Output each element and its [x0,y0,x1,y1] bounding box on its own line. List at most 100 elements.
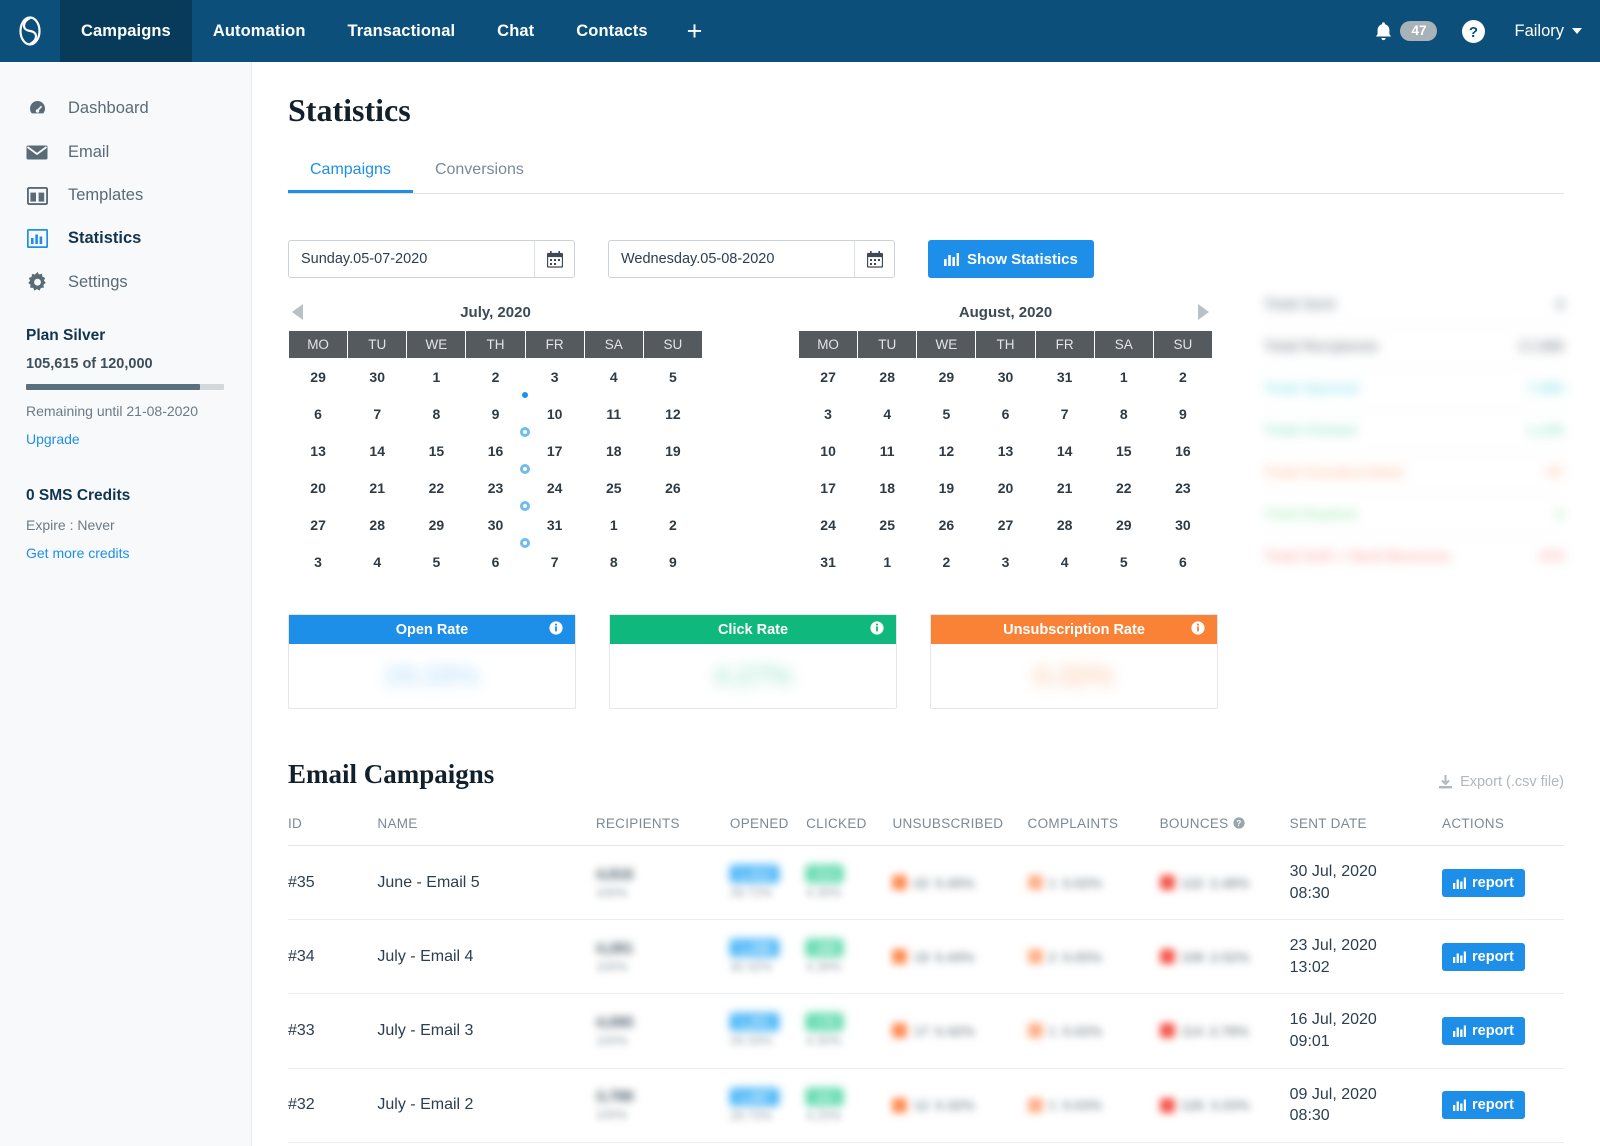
calendar-day-cell[interactable]: 31 [525,507,584,543]
question-circle-icon[interactable]: ? [1228,816,1245,831]
email-campaigns-title: Email Campaigns [288,759,495,789]
calendar-day-cell[interactable]: 28 [348,507,407,543]
calendar-day-cell[interactable]: 4 [858,396,917,432]
calendar-group: July, 2020 MO TU WE TH FR SA SU 29 30 1 2 3 4 5 6 7 8 9 10 1… [288,300,1564,581]
sidebar-item-statistics[interactable]: Statistics [0,217,251,260]
bounces-percent: 2.52% [1209,948,1250,965]
sidebar-item-email[interactable]: Email [0,131,251,174]
info-icon[interactable] [1191,620,1205,639]
user-menu[interactable]: Failory [1514,22,1582,41]
calendar-day-cell[interactable]: 26 [643,470,702,506]
calendar-day-cell[interactable]: 5 [917,396,976,432]
sent-date: 09 Jul, 2020 [1289,1085,1377,1103]
tab-campaigns[interactable]: Campaigns [288,153,413,193]
calendar-day-number: 8 [432,406,441,422]
date-from-field[interactable] [288,240,575,278]
date-to-field[interactable] [608,240,895,278]
nav-item-chat[interactable]: Chat [476,0,555,62]
calendar-day-cell[interactable]: 19 [643,433,702,469]
help-button[interactable]: ? [1461,19,1486,44]
calendar-day-cell[interactable]: 7 [348,396,407,432]
calendar-day-cell[interactable]: 11 [584,396,643,432]
calendar-day-cell[interactable]: 8 [407,396,466,432]
report-button[interactable]: report [1442,1016,1525,1045]
date-to-input[interactable] [609,241,854,277]
calendar-day-cell[interactable]: 1 [1094,359,1153,395]
calendar-day-cell[interactable]: 10 [525,396,584,432]
notifications-button[interactable]: 47 [1374,21,1438,42]
calendar-day-cell[interactable]: 22 [407,470,466,506]
calendar-day-cell[interactable]: 24 [525,470,584,506]
calendar-day-cell[interactable]: 6 [289,396,348,432]
calendar-day-cell[interactable]: 21 [348,470,407,506]
report-button[interactable]: report [1442,1091,1525,1120]
calendar-range-handle-icon[interactable] [519,538,530,548]
calendar-day-cell[interactable]: 30 [466,507,530,548]
calendar-day-cell[interactable]: 2 [1153,359,1212,395]
calendar-day-cell[interactable]: 17 [525,433,584,469]
calendar-day-cell[interactable]: 4 [584,359,643,395]
date-from-calendar-button[interactable] [534,241,574,277]
calendar-range-handle-icon[interactable] [519,427,530,437]
calendar-day-cell: 27 [976,507,1035,543]
calendar-day-number: 15 [1115,443,1132,459]
export-csv-link[interactable]: Export (.csv file) [1438,774,1564,790]
nav-item-automation[interactable]: Automation [192,0,327,62]
calendar-day-cell: 31 [1035,359,1094,395]
calendar-day-cell[interactable]: 29 [407,507,466,543]
calendar-day-cell[interactable]: 12 [643,396,702,432]
sidebar-item-settings[interactable]: Settings [0,260,251,305]
status-dot-icon [1027,949,1043,965]
calendar-range-handle-icon[interactable] [519,390,530,400]
calendar-day-cell[interactable]: 3 [525,359,584,395]
calendar-day-cell[interactable]: 16 [466,433,530,474]
calendar-day-number: 7 [550,554,559,570]
nav-item-transactional[interactable]: Transactional [327,0,477,62]
gear-icon [26,272,48,293]
rate-card-body: 0.32% [931,644,1217,708]
calendar-day-cell[interactable]: 18 [584,433,643,469]
page-title: Statistics [288,92,411,128]
upgrade-link[interactable]: Upgrade [26,431,80,447]
calendar-day-cell[interactable]: 20 [289,470,348,506]
show-statistics-button[interactable]: Show Statistics [928,240,1094,278]
calendar-day-cell[interactable]: 5 [643,359,702,395]
column-header-label: OPENED [729,816,789,831]
calendar-day-cell: 8 [584,544,643,580]
plan-usage: 105,615 of 120,000 [26,356,153,372]
calendar-range-handle-icon[interactable] [519,464,530,474]
get-more-credits-link[interactable]: Get more credits [26,545,129,561]
calendar-day-cell[interactable]: 14 [348,433,407,469]
sidebar-item-dashboard[interactable]: Dashboard [0,86,251,131]
app-logo[interactable] [0,0,60,62]
calendar-next-arrow-icon[interactable] [1198,304,1209,320]
calendar-day-number: 5 [942,406,951,422]
calendar-day-cell[interactable]: 1 [407,359,466,395]
calendar-range-handle-icon[interactable] [519,501,530,511]
calendar-day-cell[interactable]: 27 [289,507,348,543]
nav-item-campaigns[interactable]: Campaigns [60,0,192,62]
calendar-weekday-header: FR [1035,331,1094,358]
date-from-input[interactable] [289,241,534,277]
add-new-button[interactable]: + [669,0,721,62]
calendar-day-cell[interactable]: 9 [466,396,530,437]
report-button[interactable]: report [1442,868,1525,897]
sidebar-item-templates[interactable]: Templates [0,174,251,217]
calendar-day-cell[interactable]: 25 [584,470,643,506]
tab-conversions[interactable]: Conversions [413,153,546,193]
info-icon[interactable] [870,620,884,639]
info-icon[interactable] [549,620,563,639]
calendar-day-cell[interactable]: 2 [466,359,530,400]
calendar-icon [866,250,883,268]
calendar-day-number: 4 [373,554,382,570]
report-button[interactable]: report [1442,942,1525,971]
unsubscribed-metric: 19 0.44% [892,949,1027,965]
calendar-prev-arrow-icon[interactable] [292,304,303,320]
calendar-day-cell[interactable]: 23 [466,470,530,511]
calendar-day-cell[interactable]: 3 [799,396,858,432]
calendar-day-cell[interactable]: 15 [407,433,466,469]
nav-item-contacts[interactable]: Contacts [555,0,668,62]
date-to-calendar-button[interactable] [854,241,894,277]
calendar-day-cell[interactable]: 13 [289,433,348,469]
column-header-label: RECIPIENTS [595,816,680,831]
